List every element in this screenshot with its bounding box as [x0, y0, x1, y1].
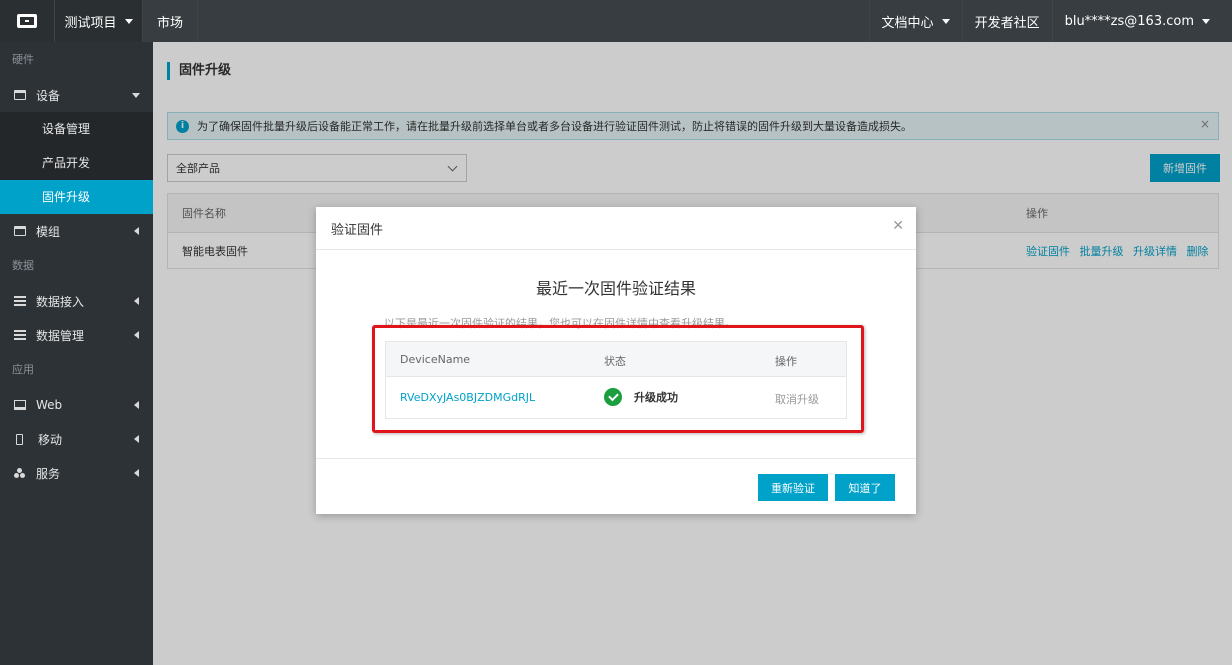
sidebar-item-label: 模组: [36, 224, 61, 239]
verify-firmware-dialog: 验证固件 ✕ 最近一次固件验证结果 以下是最近一次固件验证的结果，您也可以在固件…: [316, 207, 916, 514]
reverify-button[interactable]: 重新验证: [758, 474, 828, 501]
sidebar-item-label: 数据管理: [36, 328, 85, 343]
sidebar-item-web[interactable]: Web: [0, 388, 153, 422]
close-icon[interactable]: ✕: [892, 218, 904, 234]
dialog-title: 验证固件: [331, 222, 384, 238]
sidebar-item-data-access[interactable]: 数据接入: [0, 284, 153, 318]
caret-left-icon: [134, 331, 139, 339]
window-icon: [14, 226, 26, 236]
sidebar-group-app: 应用: [12, 363, 34, 376]
sidebar-group-hardware: 硬件: [12, 53, 34, 66]
user-menu[interactable]: blu****zs@163.com: [1051, 0, 1232, 42]
sidebar-item-device[interactable]: 设备: [0, 78, 153, 112]
caret-left-icon: [134, 297, 139, 305]
monitor-icon: [14, 400, 26, 410]
logo[interactable]: [0, 0, 54, 42]
user-email: blu****zs@163.com: [1064, 13, 1194, 29]
result-heading: 最近一次固件验证结果: [535, 279, 696, 298]
dialog-header: 验证固件 ✕: [316, 207, 916, 250]
phone-icon: [16, 433, 23, 445]
caret-left-icon: [134, 469, 139, 477]
sidebar-item-label: 设备: [36, 88, 61, 103]
got-it-button[interactable]: 知道了: [835, 474, 895, 501]
caret-left-icon: [134, 227, 139, 235]
window-icon: [14, 90, 26, 100]
caret-down-icon: [124, 18, 133, 24]
sidebar-item-module[interactable]: 模组: [0, 214, 153, 248]
sidebar-item-data-manage[interactable]: 数据管理: [0, 318, 153, 352]
sidebar-sub-device-manage[interactable]: 设备管理: [0, 112, 153, 146]
nav-community[interactable]: 开发者社区: [961, 0, 1052, 42]
caret-left-icon: [134, 401, 139, 409]
caret-down-icon: [1202, 18, 1210, 24]
caret-down-icon: [132, 93, 140, 98]
nav-docs-label: 文档中心: [881, 15, 934, 31]
cluster-icon: [14, 468, 26, 478]
sidebar-item-label: 服务: [36, 466, 61, 481]
top-navbar: 测试项目 市场 文档中心 开发者社区 blu****zs@163.com: [0, 0, 1232, 42]
sidebar-item-label: 数据接入: [36, 294, 85, 309]
sidebar: 硬件 设备 设备管理 产品开发 固件升级 模组 数据 数据接入 数据管理 应用 …: [0, 42, 153, 665]
caret-down-icon: [941, 18, 950, 24]
project-label: 测试项目: [64, 15, 117, 31]
project-switcher[interactable]: 测试项目: [54, 0, 142, 42]
list-icon: [14, 296, 26, 306]
list-icon: [14, 330, 26, 340]
sidebar-item-label: 移动: [38, 432, 63, 447]
cloud-logo-icon: [17, 14, 37, 28]
sidebar-item-label: Web: [36, 398, 63, 412]
nav-market[interactable]: 市场: [142, 0, 199, 42]
highlight-frame: [372, 325, 864, 433]
dialog-footer: 重新验证 知道了: [316, 458, 916, 514]
sidebar-item-mobile[interactable]: 移动: [0, 422, 153, 456]
sidebar-item-service[interactable]: 服务: [0, 456, 153, 490]
caret-left-icon: [134, 435, 139, 443]
sidebar-sub-firmware-upgrade[interactable]: 固件升级: [0, 180, 153, 214]
sidebar-group-data: 数据: [12, 259, 34, 272]
sidebar-sub-product-dev[interactable]: 产品开发: [0, 146, 153, 180]
nav-docs[interactable]: 文档中心: [868, 0, 962, 42]
